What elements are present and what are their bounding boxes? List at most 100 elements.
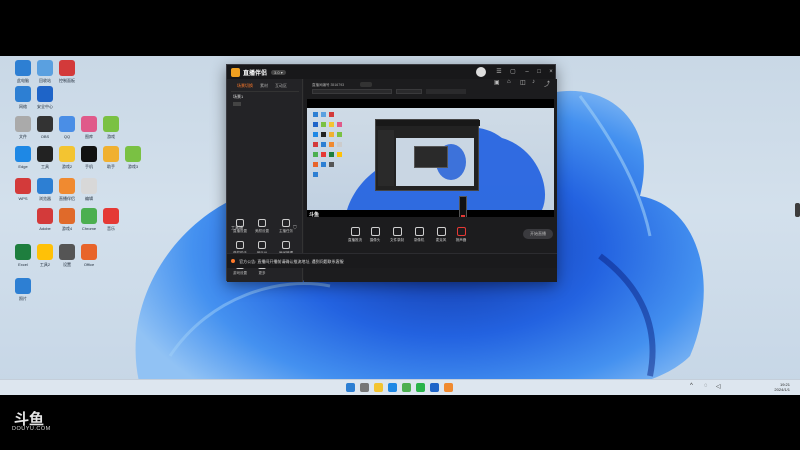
- desktop-icon-label: Adobe: [39, 226, 51, 231]
- desktop-icon[interactable]: 游戏: [96, 116, 126, 139]
- control-label: 文件录制: [390, 238, 404, 242]
- system-clock[interactable]: 19:21 2024/1/1: [774, 382, 790, 392]
- search-icon[interactable]: [360, 383, 369, 392]
- desktop-icon-image: [37, 244, 53, 260]
- nested-titlebar: [376, 120, 480, 126]
- desktop-icon-label: Excel: [18, 262, 28, 267]
- tab-material[interactable]: 素材: [260, 83, 268, 89]
- recorder-icon: [414, 227, 424, 236]
- desktop-icon-label: QQ: [63, 134, 71, 139]
- tool-2[interactable]: 主播任务: [277, 219, 295, 234]
- record-icon: [392, 227, 402, 236]
- douyu-watermark: 斗鱼 DOUYU.COM: [12, 408, 62, 438]
- tool-label: 游戏设置: [233, 271, 247, 275]
- control-2[interactable]: 文件录制: [386, 227, 408, 243]
- app-icon[interactable]: [430, 383, 439, 392]
- share-icon[interactable]: ⤴: [544, 79, 550, 88]
- live-companion-icon[interactable]: [444, 383, 453, 392]
- control-1[interactable]: 摄像头: [364, 227, 386, 243]
- desktop-icon-label: 助手: [107, 164, 115, 169]
- desktop-icon-label: 工具: [41, 164, 49, 169]
- desktop-icon-image: [37, 208, 53, 224]
- desktop-icon[interactable]: 编辑: [74, 178, 104, 201]
- tool-1[interactable]: 美颜设置: [253, 219, 271, 234]
- streaming-app-window[interactable]: 直播伴侣 3.0 ▾ ☰ ▢ – □ × 场景切换 素材 互动区 场景1 工具箱…: [226, 64, 557, 282]
- desktop-icon-label: 安全中心: [37, 104, 53, 109]
- menu-icon[interactable]: ☰: [495, 68, 503, 76]
- desktop-icon-image: [37, 116, 53, 132]
- category-select[interactable]: [396, 89, 422, 94]
- desktop-icon-image: [37, 86, 53, 102]
- notice-text: 官方公告: 直播间开播前请确认推流地址, 遇到问题联系客服: [239, 259, 344, 264]
- tool-0[interactable]: 直播设置: [231, 219, 249, 234]
- control-4[interactable]: 麦克风: [430, 227, 452, 243]
- version-badge[interactable]: 3.0 ▾: [271, 69, 286, 75]
- explorer-icon[interactable]: [374, 383, 383, 392]
- desktop-icon-label: 手机: [85, 164, 93, 169]
- lock-icon[interactable]: ⌂: [507, 79, 511, 85]
- music-icon: [258, 241, 266, 249]
- start-icon[interactable]: [346, 383, 355, 392]
- desktop-icon-image: [15, 116, 31, 132]
- desktop-icon-label: 回收站: [39, 78, 51, 83]
- store-icon[interactable]: [402, 383, 411, 392]
- tag-button[interactable]: [360, 82, 372, 87]
- desktop-icon-image: [37, 60, 53, 76]
- desktop-icon-label: 网络: [19, 104, 27, 109]
- stream-preview[interactable]: 斗鱼: [307, 99, 554, 217]
- bell-icon[interactable]: ♪: [532, 79, 535, 85]
- settings-icon: [236, 219, 244, 227]
- start-stream-button[interactable]: 开始直播: [523, 229, 553, 239]
- scene-toggle[interactable]: [233, 102, 241, 106]
- title-field[interactable]: [312, 89, 392, 94]
- mic-level-slider[interactable]: [459, 196, 467, 217]
- desktop-icon[interactable]: Office: [74, 244, 104, 267]
- screenshot-icon[interactable]: ◫: [520, 79, 526, 86]
- minimize-button[interactable]: –: [523, 68, 531, 76]
- desktop-icon-label: 游戏4: [61, 226, 73, 231]
- layout-icon[interactable]: ▣: [494, 79, 500, 86]
- wechat-icon[interactable]: [416, 383, 425, 392]
- minimize-icon[interactable]: ▢: [509, 68, 517, 76]
- maximize-button[interactable]: □: [535, 68, 543, 76]
- control-5[interactable]: 扬声器: [450, 227, 472, 243]
- desktop-icon-image: [81, 116, 97, 132]
- nested-sidebar: [378, 130, 394, 186]
- avatar[interactable]: [476, 67, 486, 77]
- desktop-icon[interactable]: 音乐: [96, 208, 126, 231]
- tray-arrow-icon[interactable]: ^: [690, 383, 693, 389]
- desktop-icon[interactable]: 照片: [8, 278, 38, 301]
- desktop-icon-image: [103, 116, 119, 132]
- nested-window-2: [414, 146, 448, 168]
- room-info: 直播间编号 3516793: [312, 83, 345, 87]
- notice-icon: [231, 259, 235, 263]
- control-0[interactable]: 直播推流: [344, 227, 366, 243]
- network-icon[interactable]: ◌: [704, 383, 708, 389]
- control-3[interactable]: 录像机: [408, 227, 430, 243]
- desktop-icon[interactable]: 控制面板: [52, 60, 82, 83]
- desktop-icon-label: 编辑: [85, 196, 93, 201]
- desktop-icon[interactable]: 安全中心: [30, 86, 60, 109]
- tool-label: 直播设置: [233, 229, 247, 233]
- edge-icon[interactable]: [388, 383, 397, 392]
- tab-interaction[interactable]: 互动区: [275, 83, 287, 89]
- close-button[interactable]: ×: [547, 68, 555, 76]
- side-handle[interactable]: [795, 203, 800, 217]
- desktop-icon[interactable]: 游戏3: [118, 146, 148, 169]
- desktop-icon-label: 文件: [19, 134, 27, 139]
- control-label: 直播推流: [348, 238, 362, 242]
- tab-scene[interactable]: 场景切换: [237, 83, 253, 89]
- desktop-icon-label: Chrome: [81, 226, 97, 231]
- nested-app-window: [375, 119, 480, 191]
- volume-icon[interactable]: ◁: [716, 383, 721, 390]
- app-title: 直播伴侣: [243, 70, 268, 77]
- control-label: 录像机: [413, 238, 425, 242]
- danmaku-icon: [236, 241, 244, 249]
- scene-item[interactable]: 场景1: [233, 94, 243, 100]
- beauty-icon: [258, 219, 266, 227]
- left-panel: 场景切换 素材 互动区 场景1 工具箱 ⛉ 直播设置美颜设置主播任务弹幕助手音乐…: [227, 79, 303, 282]
- control-label: 摄像头: [369, 238, 381, 242]
- desktop-icon-label: 游戏2: [61, 164, 73, 169]
- tool-label: 美颜设置: [255, 229, 269, 233]
- taskbar: ^ ◌ ◁ 19:21 2024/1/1: [0, 379, 800, 395]
